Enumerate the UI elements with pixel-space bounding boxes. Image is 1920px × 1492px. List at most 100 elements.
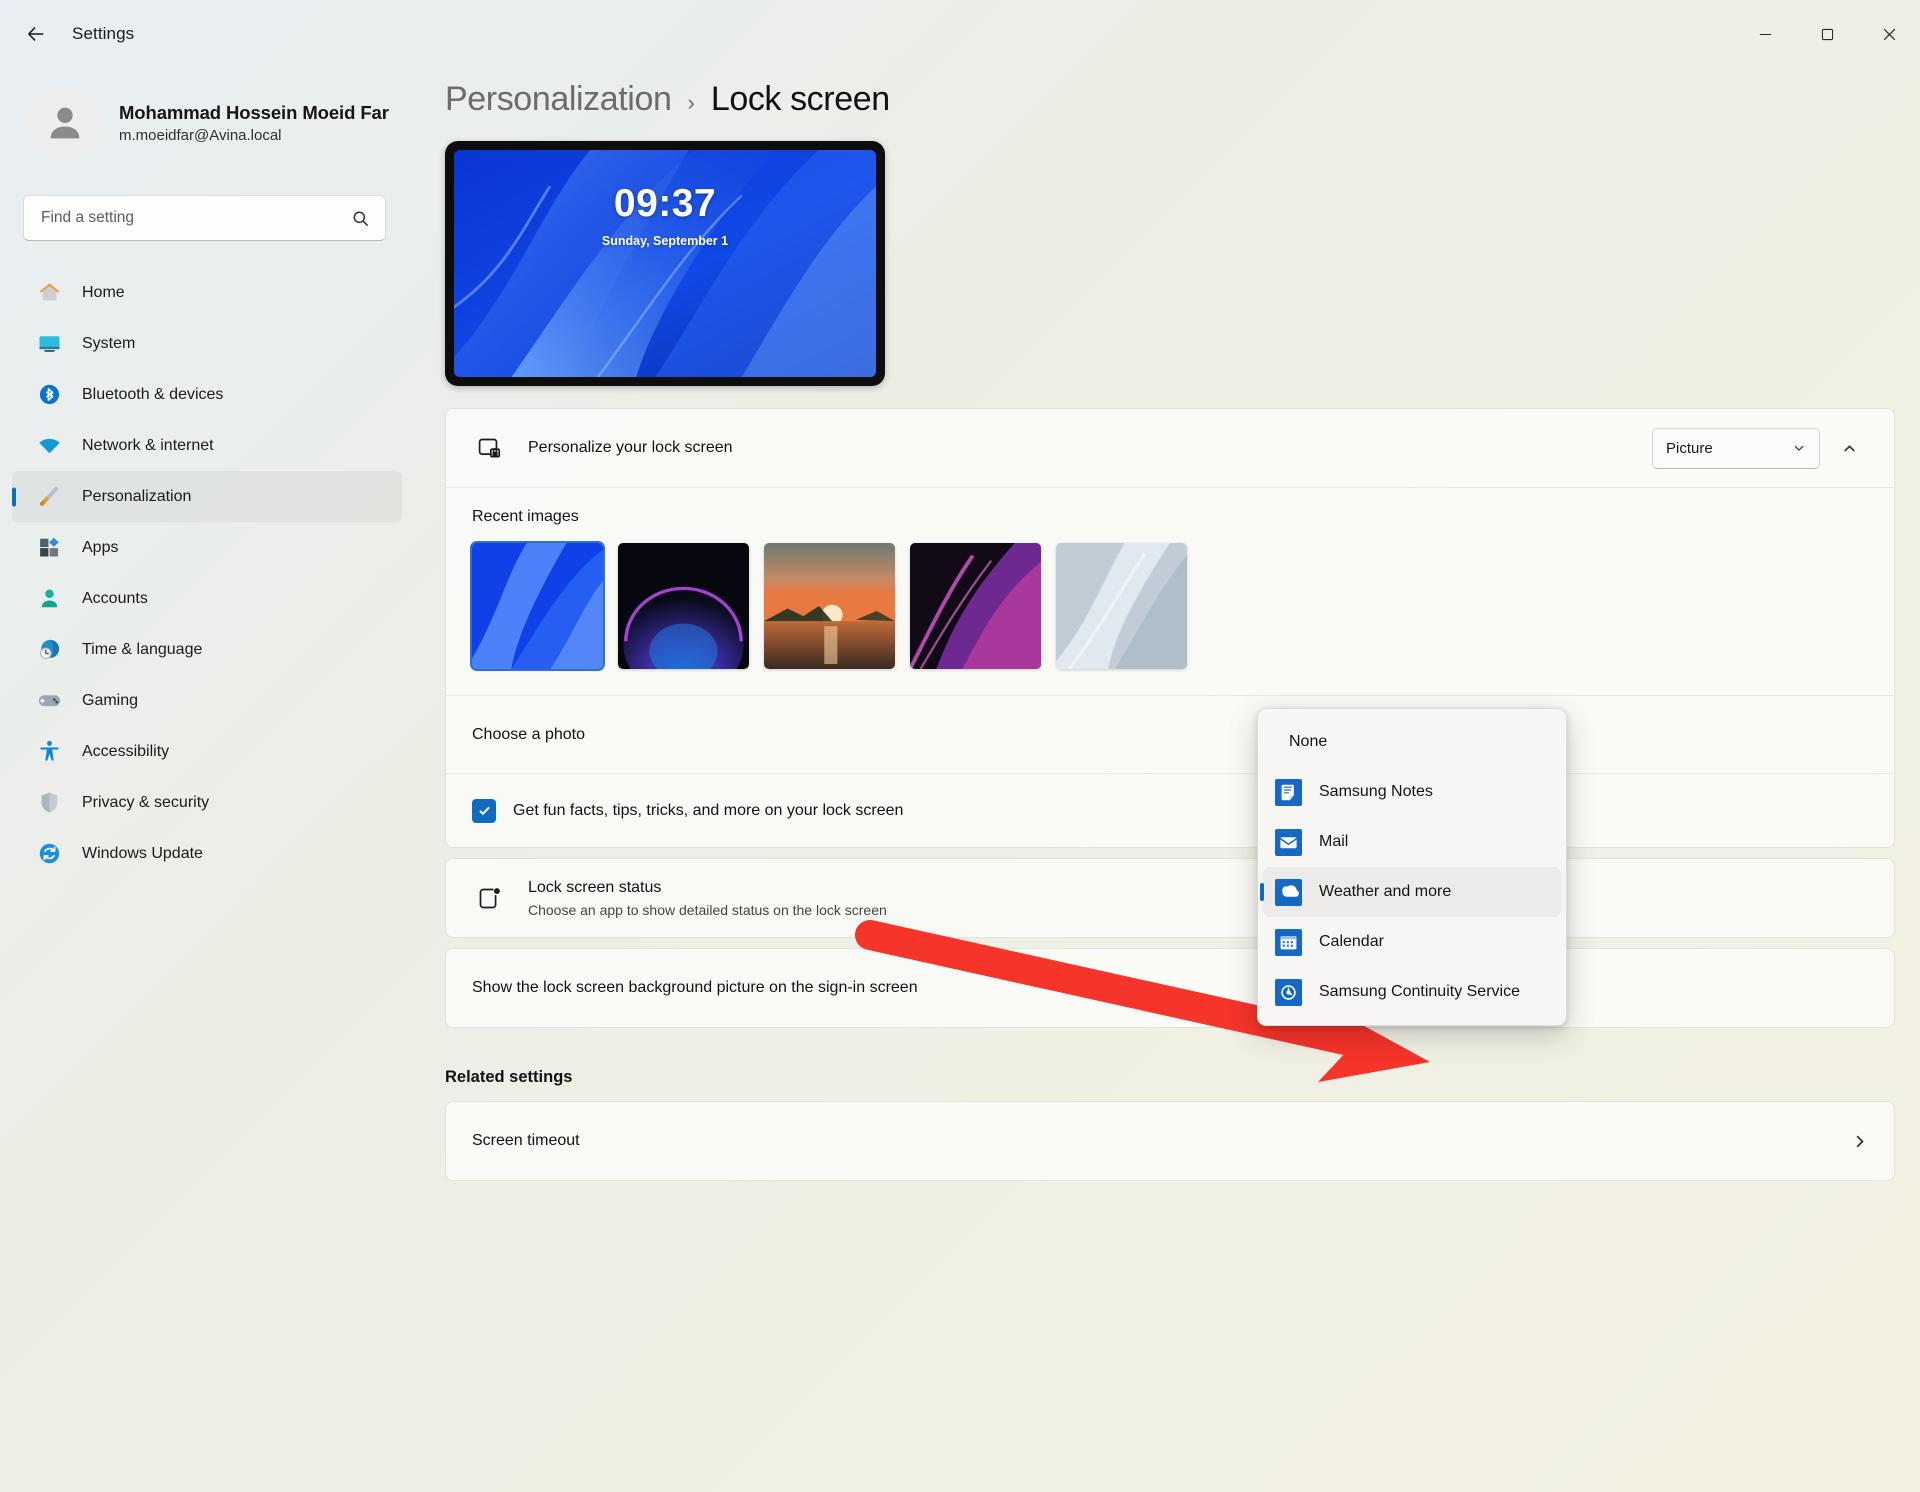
mail-icon	[1275, 828, 1302, 856]
lock-time: 09:37	[613, 182, 717, 225]
personalize-title: Personalize your lock screen	[528, 439, 733, 456]
search-box[interactable]	[23, 195, 386, 241]
personalize-card: Personalize your lock screen Picture Rec…	[445, 408, 1895, 848]
dropdown-item-samsung-notes[interactable]: Samsung Notes	[1263, 767, 1561, 817]
lock-screen-status-title: Lock screen status	[528, 878, 662, 896]
chevron-right-icon	[1856, 1135, 1864, 1147]
dropdown-item-samsung-continuity-service[interactable]: Samsung Continuity Service	[1263, 967, 1561, 1017]
signin-background-card[interactable]: Show the lock screen background picture …	[445, 948, 1895, 1028]
device-frame: 09:37 Sunday, September 1	[445, 141, 885, 386]
dropdown-item-label: Samsung Notes	[1319, 783, 1433, 800]
lock-screen-icon	[472, 435, 506, 462]
sidebar-item-label: Home	[82, 283, 125, 301]
lock-screen-status-card[interactable]: Lock screen status Choose an app to show…	[445, 858, 1895, 938]
blue-bloom-wallpaper	[472, 543, 603, 669]
thumbnail-purple-abstract[interactable]	[910, 543, 1041, 669]
dropdown-item-none[interactable]: None	[1263, 717, 1561, 767]
lock-date: Sunday, September 1	[601, 234, 729, 248]
sidebar-item-gaming[interactable]: Gaming	[12, 675, 402, 726]
personalize-selected-value: Picture	[1666, 439, 1713, 457]
checkmark-icon	[478, 806, 490, 816]
screen-timeout-row[interactable]: Screen timeout	[446, 1102, 1894, 1180]
sidebar-item-label: Privacy & security	[82, 793, 210, 811]
sidebar-item-label: Apps	[82, 538, 119, 556]
dropdown-item-label: Weather and more	[1319, 883, 1452, 900]
sidebar-item-apps[interactable]: Apps	[12, 522, 402, 573]
personalize-select[interactable]: Picture	[1652, 427, 1820, 469]
sidebar-item-system[interactable]: System	[12, 318, 402, 369]
chevron-up-icon	[1843, 444, 1855, 452]
accessibility-icon	[36, 739, 62, 765]
light-gray-swirl-wallpaper	[1056, 543, 1187, 669]
sidebar-item-time-language[interactable]: Time & language	[12, 624, 402, 675]
sidebar-nav: Home System Bluetooth & devices Network …	[0, 267, 420, 879]
person-avatar-icon	[50, 107, 80, 139]
sidebar: Mohammad Hossein Moeid Far m.moeidfar@Av…	[0, 68, 420, 1492]
profile-email: m.moeidfar@Avina.local	[119, 127, 282, 144]
sidebar-item-bluetooth[interactable]: Bluetooth & devices	[12, 369, 402, 420]
signin-background-row[interactable]: Show the lock screen background picture …	[446, 949, 1894, 1027]
dropdown-item-label: Mail	[1319, 833, 1349, 850]
dark-purple-orb-wallpaper	[618, 543, 749, 669]
avatar	[28, 86, 102, 160]
bluetooth-icon	[36, 382, 62, 408]
personalize-row[interactable]: Personalize your lock screen Picture	[446, 409, 1894, 487]
choose-photo-row[interactable]: Choose a photo	[446, 695, 1894, 773]
sidebar-item-network[interactable]: Network & internet	[12, 420, 402, 471]
dropdown-item-weather-and-more[interactable]: Weather and more	[1263, 867, 1561, 917]
settings-cards: Personalize your lock screen Picture Rec…	[420, 408, 1920, 1181]
sidebar-item-label: System	[82, 334, 136, 352]
sidebar-item-label: Windows Update	[82, 844, 203, 862]
close-button[interactable]	[1858, 0, 1920, 68]
screen-timeout-card[interactable]: Screen timeout	[445, 1101, 1895, 1181]
window-title: Settings	[72, 24, 135, 43]
user-profile[interactable]: Mohammad Hossein Moeid Far m.moeidfar@Av…	[0, 68, 420, 160]
maximize-icon	[1821, 28, 1833, 40]
home-icon	[36, 280, 62, 306]
dropdown-item-mail[interactable]: Mail	[1263, 817, 1561, 867]
wifi-icon	[36, 433, 62, 459]
search-input[interactable]	[41, 209, 351, 227]
gamepad-icon	[36, 688, 62, 714]
lock-screen-preview: 09:37 Sunday, September 1	[420, 141, 1920, 386]
minimize-icon	[1759, 33, 1771, 35]
sidebar-item-windows-update[interactable]: Windows Update	[12, 828, 402, 879]
sidebar-item-home[interactable]: Home	[12, 267, 402, 318]
back-button[interactable]	[14, 12, 58, 56]
calendar-icon	[1275, 928, 1302, 956]
thumbnail-light-gray-swirl[interactable]	[1056, 543, 1187, 669]
minimize-button[interactable]	[1734, 0, 1796, 68]
recent-images-section: Recent images	[446, 487, 1894, 695]
title-bar: Settings	[0, 0, 1920, 68]
system-icon	[36, 331, 62, 357]
lock-screen-status-row[interactable]: Lock screen status Choose an app to show…	[446, 859, 1894, 937]
thumbnail-sunset-lake[interactable]	[764, 543, 895, 669]
lock-screen-status-dropdown[interactable]: None Samsung Notes Mail Weather and more…	[1257, 708, 1567, 1026]
purple-abstract-wallpaper	[910, 543, 1041, 669]
fun-facts-checkbox[interactable]	[472, 798, 496, 823]
sidebar-item-personalization[interactable]: Personalization	[12, 471, 402, 522]
personalize-collapse-button[interactable]	[1830, 429, 1868, 467]
shield-icon	[36, 790, 62, 816]
sidebar-item-accessibility[interactable]: Accessibility	[12, 726, 402, 777]
fun-facts-label: Get fun facts, tips, tricks, and more on…	[513, 801, 904, 819]
clock-globe-icon	[36, 637, 62, 663]
screen-timeout-label: Screen timeout	[472, 1132, 580, 1149]
recent-images-label: Recent images	[472, 508, 579, 525]
recent-images-list	[472, 543, 1868, 669]
thumbnail-dark-purple-orb[interactable]	[618, 543, 749, 669]
dropdown-item-label: None	[1289, 733, 1328, 750]
back-arrow-icon	[28, 27, 44, 41]
thumbnail-blue-bloom[interactable]	[472, 543, 603, 669]
sidebar-item-accounts[interactable]: Accounts	[12, 573, 402, 624]
sidebar-item-privacy-security[interactable]: Privacy & security	[12, 777, 402, 828]
fun-facts-row[interactable]: Get fun facts, tips, tricks, and more on…	[446, 773, 1894, 847]
signin-background-title: Show the lock screen background picture …	[472, 979, 918, 996]
profile-name: Mohammad Hossein Moeid Far	[119, 102, 389, 123]
breadcrumb-parent[interactable]: Personalization	[445, 80, 672, 119]
maximize-button[interactable]	[1796, 0, 1858, 68]
chevron-down-icon	[1794, 445, 1804, 452]
dropdown-item-label: Calendar	[1319, 933, 1384, 950]
dropdown-item-calendar[interactable]: Calendar	[1263, 917, 1561, 967]
sidebar-item-label: Gaming	[82, 691, 139, 709]
